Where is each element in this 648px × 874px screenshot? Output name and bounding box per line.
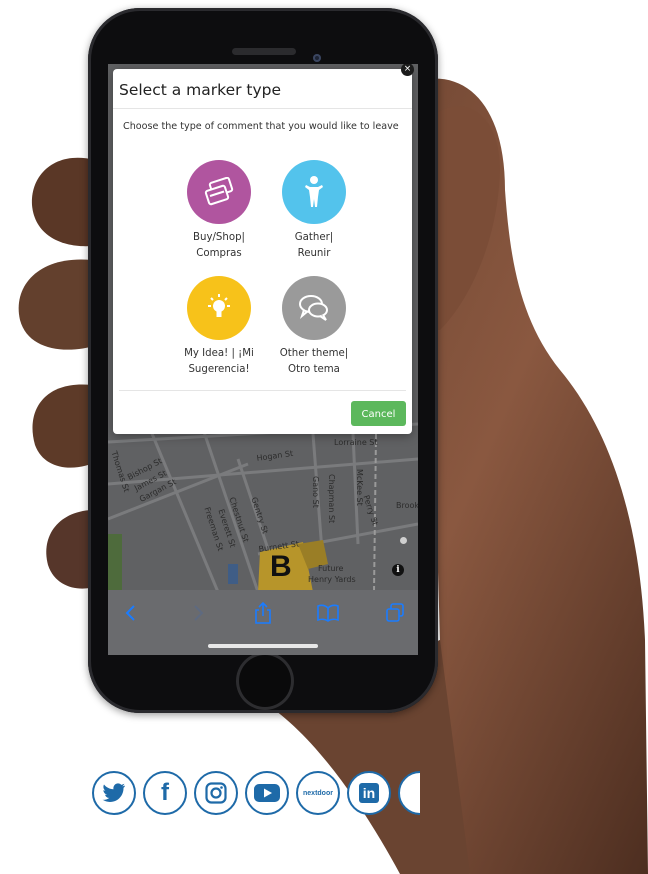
map-label: Chapman St: [327, 474, 336, 524]
twitter-icon[interactable]: [92, 771, 136, 815]
marker-type-dialog: Select a marker type × Choose the type o…: [113, 64, 414, 434]
map-location-dot: [400, 537, 407, 544]
option-label: Gather|: [294, 232, 334, 243]
map-label: Future: [318, 564, 344, 573]
option-gather[interactable]: Gather| Reunir: [264, 160, 364, 262]
divider: [113, 108, 412, 109]
home-indicator: [208, 644, 318, 648]
option-label: Reunir: [297, 248, 331, 259]
option-label: Otro tema: [288, 364, 340, 375]
map-marker-b[interactable]: B: [270, 550, 292, 584]
tabs-icon[interactable]: [380, 598, 410, 628]
youtube-icon[interactable]: [245, 771, 289, 815]
map-label: Lorraine St: [334, 438, 378, 447]
option-other-theme[interactable]: Other theme| Otro tema: [264, 276, 364, 378]
phone-screen: Lorraine St Hogan St Thomas St Bishop St…: [108, 64, 418, 655]
nextdoor-icon[interactable]: nextdoor: [296, 771, 340, 815]
option-label: My Idea! | ¡Mi: [184, 348, 254, 359]
linkedin-icon[interactable]: in: [347, 771, 391, 815]
facebook-icon[interactable]: f: [143, 771, 187, 815]
linkedin-glyph: in: [359, 783, 379, 803]
share-icon[interactable]: [248, 598, 278, 628]
divider: [119, 390, 406, 391]
back-icon[interactable]: [116, 598, 146, 628]
info-icon[interactable]: i: [392, 564, 404, 576]
cancel-button[interactable]: Cancel: [351, 401, 406, 426]
facebook-glyph: f: [161, 779, 169, 806]
option-label: Compras: [196, 248, 242, 259]
nextdoor-label: nextdoor: [303, 789, 333, 797]
map-label: Henry Yards: [308, 575, 356, 584]
phone-speaker: [232, 48, 296, 55]
map-label: Gano St: [311, 476, 320, 508]
speech-bubbles-icon[interactable]: [282, 276, 346, 340]
instagram-icon[interactable]: [194, 771, 238, 815]
dialog-description: Choose the type of comment that you woul…: [123, 121, 399, 132]
option-label: Buy/Shop|: [193, 232, 245, 243]
bookmarks-icon[interactable]: [313, 598, 343, 628]
option-buy-shop[interactable]: Buy/Shop| Compras: [169, 160, 269, 262]
lightbulb-icon[interactable]: [187, 276, 251, 340]
camera-icon: [313, 54, 321, 62]
option-label: Sugerencia!: [188, 364, 250, 375]
dialog-title: Select a marker type: [119, 81, 282, 99]
forward-icon[interactable]: [183, 598, 213, 628]
option-my-idea[interactable]: My Idea! | ¡Mi Sugerencia!: [169, 276, 269, 378]
option-label: Other theme|: [279, 348, 349, 359]
home-button[interactable]: [236, 652, 294, 710]
shopping-cards-icon[interactable]: [187, 160, 251, 224]
map-label: Brook: [396, 501, 418, 510]
person-icon[interactable]: [282, 160, 346, 224]
